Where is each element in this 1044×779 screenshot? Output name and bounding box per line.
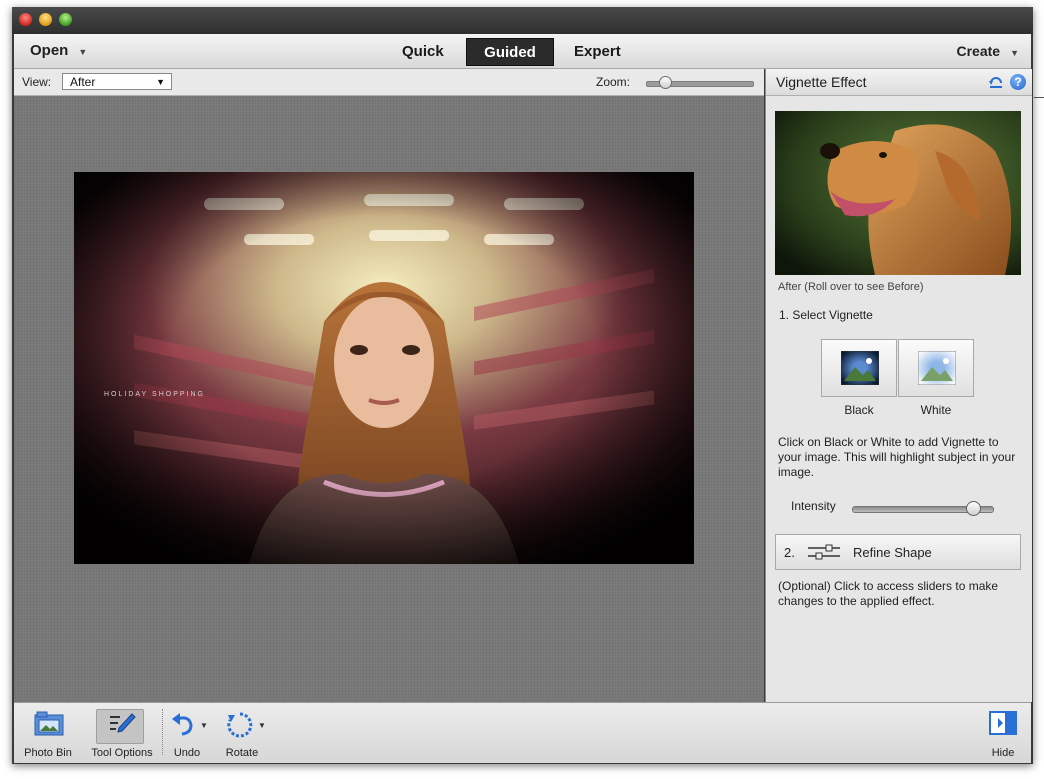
tab-quick[interactable]: Quick	[402, 38, 446, 66]
white-vignette-icon	[918, 351, 956, 385]
view-label: View:	[22, 75, 52, 89]
create-menu[interactable]: Create ▼	[956, 43, 1019, 59]
chevron-down-icon: ▼	[156, 77, 165, 87]
photo-image: HOLIDAY SHOPPING	[74, 172, 694, 564]
window-edge-line	[1034, 97, 1044, 98]
intensity-slider[interactable]	[852, 501, 994, 516]
help-icon[interactable]: ?	[1010, 74, 1026, 90]
photo-caption: HOLIDAY SHOPPING	[104, 391, 205, 398]
tool-options-label: Tool Options	[91, 747, 153, 759]
step2-label: Refine Shape	[853, 545, 932, 560]
preview-caption: After (Roll over to see Before)	[778, 281, 924, 293]
zoom-label: Zoom:	[596, 75, 631, 89]
photo-bin-label: Photo Bin	[24, 747, 72, 759]
hide-label: Hide	[991, 747, 1015, 759]
rotate-icon	[227, 712, 253, 738]
tab-expert[interactable]: Expert	[574, 38, 634, 66]
chevron-down-icon: ▼	[78, 47, 88, 57]
app-window: Open ▼ Quick Guided Expert Create ▼ View: …	[12, 7, 1033, 764]
view-select-value: After	[70, 75, 96, 89]
preview-image[interactable]	[775, 111, 1021, 275]
hide-panel-icon	[989, 711, 1017, 735]
intensity-label: Intensity	[791, 499, 836, 513]
open-menu-label: Open	[30, 42, 69, 59]
open-menu[interactable]: Open ▼	[30, 42, 87, 59]
panel-header: Vignette Effect ?	[766, 69, 1032, 96]
image-canvas[interactable]: HOLIDAY SHOPPING	[14, 96, 764, 702]
tool-options-button[interactable]: Tool Options	[84, 709, 160, 759]
reset-icon[interactable]	[988, 74, 1004, 90]
white-vignette-button[interactable]	[898, 339, 974, 397]
mode-menubar: Open ▼ Quick Guided Expert Create ▼	[14, 34, 1031, 69]
tool-options-icon	[110, 713, 136, 733]
intensity-slider-thumb[interactable]	[966, 501, 981, 516]
rotate-dropdown-icon[interactable]: ▼	[258, 721, 266, 730]
photo-artwork: HOLIDAY SHOPPING	[74, 172, 694, 564]
black-vignette-icon	[841, 351, 879, 385]
undo-icon	[172, 713, 193, 736]
view-toolbar: View: After ▼ Zoom:	[14, 69, 764, 96]
zoom-window-button[interactable]	[59, 13, 72, 26]
chevron-down-icon: ▼	[1010, 48, 1019, 58]
vignette-description: Click on Black or White to add Vignette …	[778, 435, 1016, 479]
black-vignette-button[interactable]	[821, 339, 897, 397]
dog-preview-artwork	[775, 111, 1021, 275]
undo-dropdown-icon[interactable]: ▼	[200, 721, 208, 730]
view-select[interactable]: After ▼	[62, 73, 172, 90]
create-menu-label: Create	[956, 43, 1001, 59]
step2-number: 2.	[784, 545, 795, 560]
guided-panel: Vignette Effect ? After (Roll over to se…	[765, 69, 1032, 702]
photo-bin-icon	[34, 711, 64, 736]
bottom-toolbar: Photo Bin Tool Options ▼ Undo ▼ Rotate H…	[14, 702, 1031, 763]
close-window-button[interactable]	[19, 13, 32, 26]
undo-button[interactable]: ▼ Undo	[166, 709, 208, 759]
minimize-window-button[interactable]	[39, 13, 52, 26]
black-option-label: Black	[844, 403, 874, 417]
panel-title: Vignette Effect	[776, 74, 867, 90]
zoom-slider[interactable]	[646, 76, 754, 89]
toolbar-divider	[162, 709, 163, 755]
zoom-slider-thumb[interactable]	[659, 76, 672, 89]
tab-guided[interactable]: Guided	[466, 38, 554, 66]
rotate-button[interactable]: ▼ Rotate	[218, 709, 266, 759]
white-option-label: White	[920, 403, 952, 417]
hide-panel-button[interactable]: Hide	[983, 709, 1023, 759]
photo-bin-button[interactable]: Photo Bin	[20, 709, 76, 759]
refine-description: (Optional) Click to access sliders to ma…	[778, 579, 999, 608]
undo-label: Undo	[173, 747, 201, 759]
sliders-icon	[808, 544, 840, 560]
step1-label: 1. Select Vignette	[779, 308, 873, 322]
title-bar	[12, 7, 1033, 34]
refine-shape-button[interactable]: 2. Refine Shape	[775, 534, 1021, 570]
rotate-label: Rotate	[225, 747, 259, 759]
